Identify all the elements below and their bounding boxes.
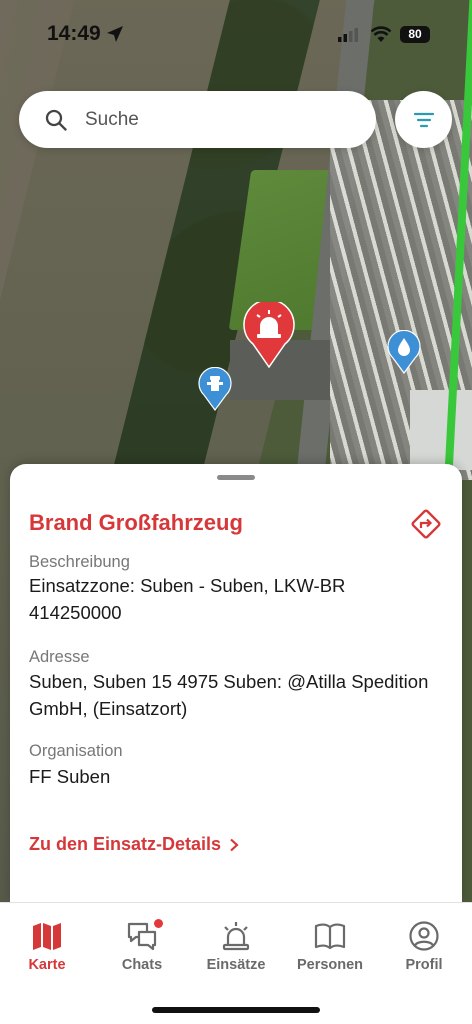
fire-hydrant-marker-icon[interactable]: [198, 367, 232, 411]
tab-profil[interactable]: Profil: [379, 921, 469, 973]
tab-chats[interactable]: Chats: [97, 918, 187, 973]
chevron-right-icon: [230, 838, 239, 851]
battery-indicator: 80: [400, 26, 430, 43]
tab-einsaetze[interactable]: Einsätze: [191, 921, 281, 973]
address-value: Suben, Suben 15 4975 Suben: @Atilla Sped…: [29, 671, 429, 719]
book-icon: [314, 923, 346, 950]
home-indicator[interactable]: [152, 1007, 320, 1013]
directions-icon[interactable]: [409, 507, 443, 541]
filter-icon: [413, 112, 434, 127]
tab-chats-label: Chats: [121, 957, 163, 973]
incident-detail-sheet[interactable]: Brand Großfahrzeug Beschreibung Einsatzz…: [10, 464, 462, 904]
location-arrow-icon: [107, 26, 123, 42]
sheet-drag-handle[interactable]: [217, 475, 255, 480]
organisation-value: FF Suben: [29, 766, 111, 787]
incident-details-label: Zu den Einsatz-Details: [29, 834, 222, 854]
unread-badge: [153, 918, 164, 929]
description-value: Einsatzzone: Suben - Suben, LKW-BR 41425…: [29, 575, 346, 623]
tab-karte[interactable]: Karte: [2, 921, 92, 973]
siren-icon: [222, 922, 250, 951]
incident-marker-siren-icon[interactable]: [243, 302, 295, 368]
search-icon: [45, 109, 67, 131]
tab-personen[interactable]: Personen: [285, 921, 375, 973]
tab-personen-label: Personen: [296, 957, 364, 973]
tab-profil-label: Profil: [405, 957, 443, 973]
incident-title: Brand Großfahrzeug: [29, 510, 243, 535]
tab-bar: Karte Chats Einsätze Personen Profil: [0, 902, 472, 1024]
description-label: Beschreibung: [29, 553, 130, 571]
search-input[interactable]: [85, 108, 315, 131]
search-bar[interactable]: [19, 91, 376, 148]
tab-karte-label: Karte: [28, 957, 66, 973]
building: [410, 390, 472, 470]
wifi-icon: [370, 26, 392, 42]
map-icon: [33, 923, 61, 950]
tab-einsaetze-label: Einsätze: [206, 957, 266, 973]
profile-icon: [409, 921, 439, 951]
status-time: 14:49: [47, 22, 101, 45]
incident-details-link[interactable]: Zu den Einsatz-Details: [29, 834, 239, 855]
water-source-marker-icon[interactable]: [387, 330, 421, 374]
cellular-signal-icon: [338, 28, 358, 42]
address-label: Adresse: [29, 648, 90, 666]
organisation-label: Organisation: [29, 742, 123, 760]
status-bar: 14:49 80: [0, 0, 472, 70]
filter-button[interactable]: [395, 91, 452, 148]
